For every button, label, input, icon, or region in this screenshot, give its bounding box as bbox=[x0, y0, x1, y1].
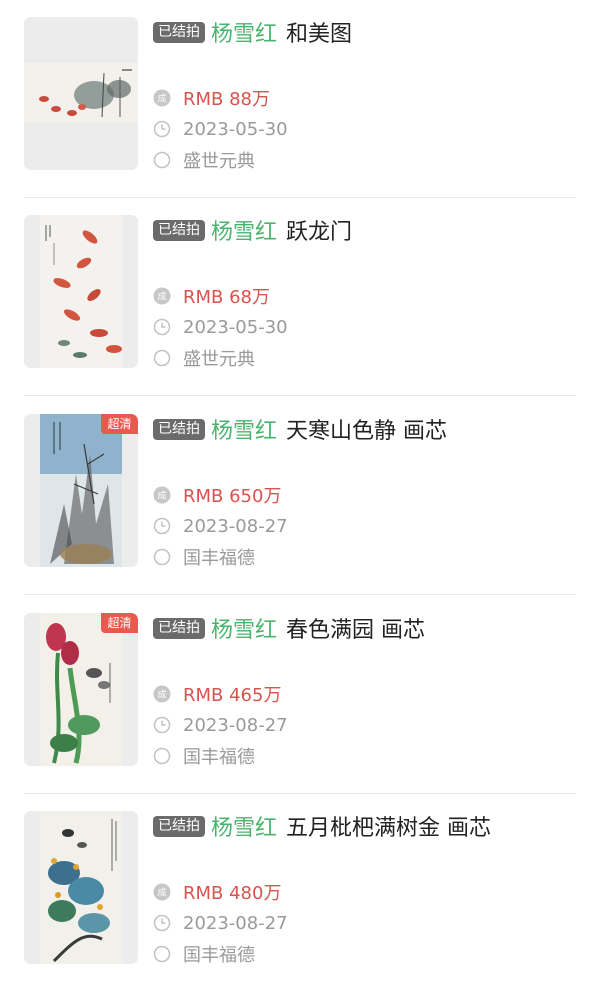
price-row: 成 RMB 480万 bbox=[153, 880, 281, 904]
svg-text:成: 成 bbox=[157, 490, 166, 502]
artwork-thumbnail[interactable] bbox=[24, 811, 138, 964]
list-item[interactable]: 超清 已结拍 杨雪红 春色满园 画芯 成 RMB 465万 2023-08-27 bbox=[0, 596, 600, 794]
artist-name[interactable]: 杨雪红 bbox=[211, 413, 277, 445]
artwork-title[interactable]: 春色满园 画芯 bbox=[286, 612, 425, 644]
svg-text:成: 成 bbox=[157, 291, 166, 303]
artist-name[interactable]: 杨雪红 bbox=[211, 612, 277, 644]
price-row: 成 RMB 68万 bbox=[153, 284, 270, 308]
deal-icon: 成 bbox=[153, 89, 171, 107]
divider bbox=[24, 395, 576, 396]
circle-icon bbox=[153, 747, 171, 765]
divider bbox=[24, 594, 576, 595]
date-row: 2023-05-30 bbox=[153, 117, 288, 141]
sale-price: RMB 68万 bbox=[183, 287, 271, 308]
clock-icon bbox=[153, 517, 171, 535]
circle-icon bbox=[153, 945, 171, 963]
list-item[interactable]: 已结拍 杨雪红 五月枇杷满树金 画芯 成 RMB 480万 2023-08-27… bbox=[0, 794, 600, 985]
date-row: 2023-08-27 bbox=[153, 514, 288, 538]
list-item[interactable]: 超清 已结拍 杨雪红 天寒山色静 画芯 成 RMB 650万 2023-08-2… bbox=[0, 397, 600, 595]
status-badge: 已结拍 bbox=[153, 219, 205, 241]
artwork-thumbnail[interactable] bbox=[24, 215, 138, 368]
artwork-thumbnail[interactable]: 超清 bbox=[24, 613, 138, 766]
deal-icon: 成 bbox=[153, 883, 171, 901]
deal-icon: 成 bbox=[153, 287, 171, 305]
clock-icon bbox=[153, 120, 171, 138]
artist-name[interactable]: 杨雪红 bbox=[211, 214, 277, 246]
sale-date: 2023-05-30 bbox=[183, 316, 288, 338]
auction-house[interactable]: 国丰福德 bbox=[183, 544, 255, 570]
artist-name[interactable]: 杨雪红 bbox=[211, 16, 277, 48]
svg-text:成: 成 bbox=[157, 887, 166, 899]
hd-badge: 超清 bbox=[101, 414, 138, 434]
sale-price: RMB 465万 bbox=[183, 685, 282, 706]
clock-icon bbox=[153, 914, 171, 932]
status-badge: 已结拍 bbox=[153, 418, 205, 440]
price-row: 成 RMB 88万 bbox=[153, 86, 270, 110]
circle-icon bbox=[153, 349, 171, 367]
auction-row: 盛世元典 bbox=[153, 346, 255, 370]
auction-row: 国丰福德 bbox=[153, 545, 255, 569]
list-item[interactable]: 已结拍 杨雪红 跃龙门 成 RMB 68万 2023-05-30 盛世元典 bbox=[0, 198, 600, 396]
clock-icon bbox=[153, 716, 171, 734]
loquat-tree-painting-image bbox=[24, 811, 138, 964]
artwork-title[interactable]: 跃龙门 bbox=[286, 214, 352, 246]
clock-icon bbox=[153, 318, 171, 336]
date-row: 2023-08-27 bbox=[153, 713, 288, 737]
auction-house[interactable]: 盛世元典 bbox=[183, 345, 255, 371]
svg-text:成: 成 bbox=[157, 93, 166, 105]
koi-painting-image bbox=[24, 215, 138, 368]
circle-icon bbox=[153, 151, 171, 169]
status-badge: 已结拍 bbox=[153, 21, 205, 43]
artwork-title[interactable]: 天寒山色静 画芯 bbox=[286, 413, 447, 445]
svg-text:成: 成 bbox=[157, 689, 166, 701]
auction-house[interactable]: 国丰福德 bbox=[183, 941, 255, 967]
koi-lotus-painting-image bbox=[24, 17, 138, 170]
sale-price: RMB 480万 bbox=[183, 883, 282, 904]
title-row: 已结拍 杨雪红 五月枇杷满树金 画芯 bbox=[153, 808, 491, 844]
sale-date: 2023-05-30 bbox=[183, 118, 288, 140]
title-row: 已结拍 杨雪红 跃龙门 bbox=[153, 212, 352, 248]
auction-results-list: 已结拍 杨雪红 和美图 成 RMB 88万 2023-05-30 盛世元典 已结… bbox=[0, 0, 600, 985]
auction-house[interactable]: 盛世元典 bbox=[183, 147, 255, 173]
title-row: 已结拍 杨雪红 天寒山色静 画芯 bbox=[153, 411, 447, 447]
status-badge: 已结拍 bbox=[153, 815, 205, 837]
price-row: 成 RMB 465万 bbox=[153, 682, 281, 706]
sale-price: RMB 650万 bbox=[183, 486, 282, 507]
winter-landscape-painting-image bbox=[24, 414, 138, 567]
sale-date: 2023-08-27 bbox=[183, 515, 288, 537]
circle-icon bbox=[153, 548, 171, 566]
auction-house[interactable]: 国丰福德 bbox=[183, 743, 255, 769]
title-row: 已结拍 杨雪红 春色满园 画芯 bbox=[153, 610, 425, 646]
hd-badge: 超清 bbox=[101, 613, 138, 633]
sale-date: 2023-08-27 bbox=[183, 912, 288, 934]
artwork-title[interactable]: 五月枇杷满树金 画芯 bbox=[286, 810, 491, 842]
status-badge: 已结拍 bbox=[153, 617, 205, 639]
auction-row: 国丰福德 bbox=[153, 744, 255, 768]
deal-icon: 成 bbox=[153, 685, 171, 703]
artwork-thumbnail[interactable] bbox=[24, 17, 138, 170]
deal-icon: 成 bbox=[153, 486, 171, 504]
date-row: 2023-08-27 bbox=[153, 911, 288, 935]
date-row: 2023-05-30 bbox=[153, 315, 288, 339]
auction-row: 国丰福德 bbox=[153, 942, 255, 966]
price-row: 成 RMB 650万 bbox=[153, 483, 281, 507]
title-row: 已结拍 杨雪红 和美图 bbox=[153, 14, 352, 50]
artwork-thumbnail[interactable]: 超清 bbox=[24, 414, 138, 567]
auction-row: 盛世元典 bbox=[153, 148, 255, 172]
list-item[interactable]: 已结拍 杨雪红 和美图 成 RMB 88万 2023-05-30 盛世元典 bbox=[0, 0, 600, 198]
spring-garden-painting-image bbox=[24, 613, 138, 766]
artist-name[interactable]: 杨雪红 bbox=[211, 810, 277, 842]
artwork-title[interactable]: 和美图 bbox=[286, 16, 352, 48]
sale-price: RMB 88万 bbox=[183, 89, 271, 110]
sale-date: 2023-08-27 bbox=[183, 714, 288, 736]
